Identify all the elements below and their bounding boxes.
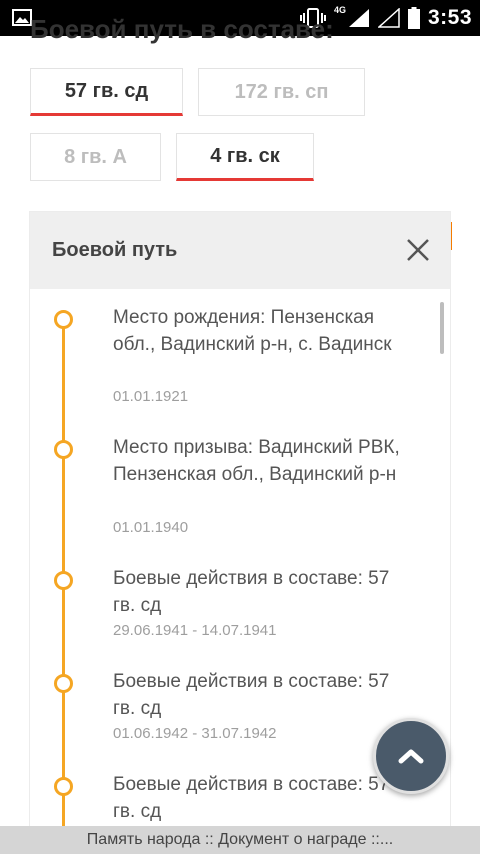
battery-icon [407, 7, 420, 29]
scrollbar[interactable] [440, 302, 444, 354]
event-text: Боевые действия в составе: 57 гв. сд [113, 671, 390, 719]
timeline-dot [54, 777, 73, 796]
event-date: 01.01.1940 [113, 519, 189, 536]
scroll-top-button[interactable] [373, 718, 449, 794]
tab-57-gv-sd[interactable]: 57 гв. сд [30, 68, 183, 116]
timeline-dot [54, 440, 73, 459]
timeline-dot [54, 310, 73, 329]
signal-icon [348, 9, 369, 27]
event-text: Место рождения: Пензенская обл., Вадинск… [113, 307, 392, 355]
close-icon[interactable] [404, 236, 432, 264]
clock: 3:53 [427, 6, 472, 29]
network-type: 4G [333, 5, 346, 15]
event-text: Место призыва: Вадинский РВК, Пензенская… [113, 437, 400, 485]
page-title: Боевой путь в составе: [30, 14, 334, 44]
bottom-title-bar: Память народа :: Документ о награде ::..… [0, 826, 480, 854]
tab-172-gv-sp[interactable]: 172 гв. сп [198, 68, 365, 116]
event-date: 01.01.1921 [113, 388, 189, 405]
event-text: Боевые действия в составе: 57 гв. сд [113, 568, 390, 616]
event-text: Боевые действия в составе: 57 гв. сд [113, 774, 390, 822]
tab-8-gv-a[interactable]: 8 гв. А [30, 133, 161, 181]
tab-4-gv-sk[interactable]: 4 гв. ск [176, 133, 314, 181]
image-notification-icon [12, 9, 32, 26]
timeline-line [62, 314, 65, 826]
timeline-dot [54, 571, 73, 590]
timeline-dot [54, 674, 73, 693]
event-date: 29.06.1941 - 14.07.1941 [113, 622, 277, 639]
chevron-up-icon [398, 749, 424, 764]
signal-empty-icon [377, 8, 400, 28]
modal-header: Боевой путь [30, 212, 450, 289]
modal-title: Боевой путь [52, 239, 178, 261]
event-date: 01.06.1942 - 31.07.1942 [113, 725, 277, 742]
